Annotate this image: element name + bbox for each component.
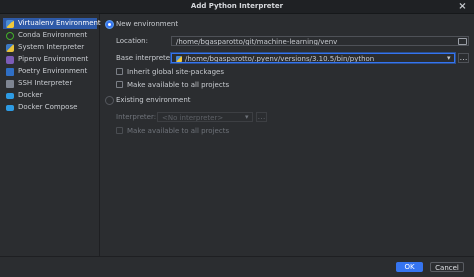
sidebar-item-docker-compose[interactable]: Docker Compose (3, 102, 97, 113)
interpreter-value: <No interpreter> (162, 114, 224, 122)
interpreter-label: Interpreter: (116, 113, 157, 121)
existing-browse-button[interactable]: … (256, 112, 267, 122)
sidebar-item-label: Virtualenv Environment (18, 19, 101, 27)
base-interpreter-select[interactable]: /home/bgasparotto/.pyenv/versions/3.10.5… (170, 52, 456, 64)
sidebar-item-conda[interactable]: Conda Environment (3, 30, 97, 41)
base-interpreter-label: Base interpreter: (116, 54, 176, 62)
sidebar-item-label: System Interpreter (18, 43, 85, 51)
chevron-down-icon[interactable]: ▾ (447, 53, 451, 63)
sidebar-item-ssh[interactable]: SSH Interpreter (3, 78, 97, 89)
make-available-checkbox[interactable] (116, 81, 123, 88)
new-environment-label: New environment (116, 20, 179, 28)
close-icon[interactable]: × (457, 1, 468, 12)
docker-icon (6, 93, 14, 99)
footer-divider (0, 256, 474, 257)
sidebar-item-label: Poetry Environment (18, 67, 88, 75)
docker-compose-icon (6, 105, 14, 111)
make-available-label: Make available to all projects (127, 81, 230, 89)
sidebar-item-poetry[interactable]: Poetry Environment (3, 66, 97, 77)
sidebar-item-label: Pipenv Environment (18, 55, 89, 63)
folder-icon[interactable] (458, 38, 467, 45)
pipenv-icon (6, 55, 14, 64)
interpreter-select[interactable]: <No interpreter> (157, 112, 253, 122)
conda-icon (6, 31, 14, 40)
window-title: Add Python Interpreter (190, 2, 284, 10)
existing-environment-radio[interactable] (105, 96, 114, 105)
inherit-site-packages-label: Inherit global site-packages (127, 68, 224, 76)
existing-make-available-checkbox[interactable] (116, 127, 123, 134)
poetry-icon (6, 67, 14, 76)
existing-make-available-label: Make available to all projects (127, 127, 230, 135)
sidebar-item-pipenv[interactable]: Pipenv Environment (3, 54, 97, 65)
new-environment-radio[interactable] (105, 20, 114, 29)
location-label: Location: (116, 37, 148, 45)
interpreter-type-list: Virtualenv Environment Conda Environment… (0, 14, 101, 256)
browse-button[interactable]: … (458, 53, 469, 63)
existing-environment-label: Existing environment (116, 96, 191, 104)
virtualenv-icon (6, 19, 14, 28)
sidebar-item-label: Docker (18, 91, 43, 99)
python-icon (6, 43, 14, 52)
ssh-icon (6, 79, 14, 88)
sidebar-item-virtualenv[interactable]: Virtualenv Environment (3, 18, 101, 29)
python-icon (176, 56, 182, 62)
ok-button[interactable]: OK (396, 262, 423, 272)
cancel-button[interactable]: Cancel (430, 262, 464, 272)
sidebar-item-label: Conda Environment (18, 31, 88, 39)
location-value: /home/bgasparotto/git/machine-learning/v… (176, 38, 338, 46)
base-interpreter-value: /home/bgasparotto/.pyenv/versions/3.10.5… (185, 55, 375, 63)
chevron-down-icon[interactable]: ▾ (245, 112, 249, 122)
sidebar-item-docker[interactable]: Docker (3, 90, 97, 101)
sidebar-item-system[interactable]: System Interpreter (3, 42, 97, 53)
sidebar-item-label: Docker Compose (18, 103, 78, 111)
sidebar-item-label: SSH Interpreter (18, 79, 73, 87)
location-field[interactable]: /home/bgasparotto/git/machine-learning/v… (171, 36, 469, 46)
inherit-site-packages-checkbox[interactable] (116, 68, 123, 75)
window-titlebar: Add Python Interpreter × (0, 0, 474, 14)
